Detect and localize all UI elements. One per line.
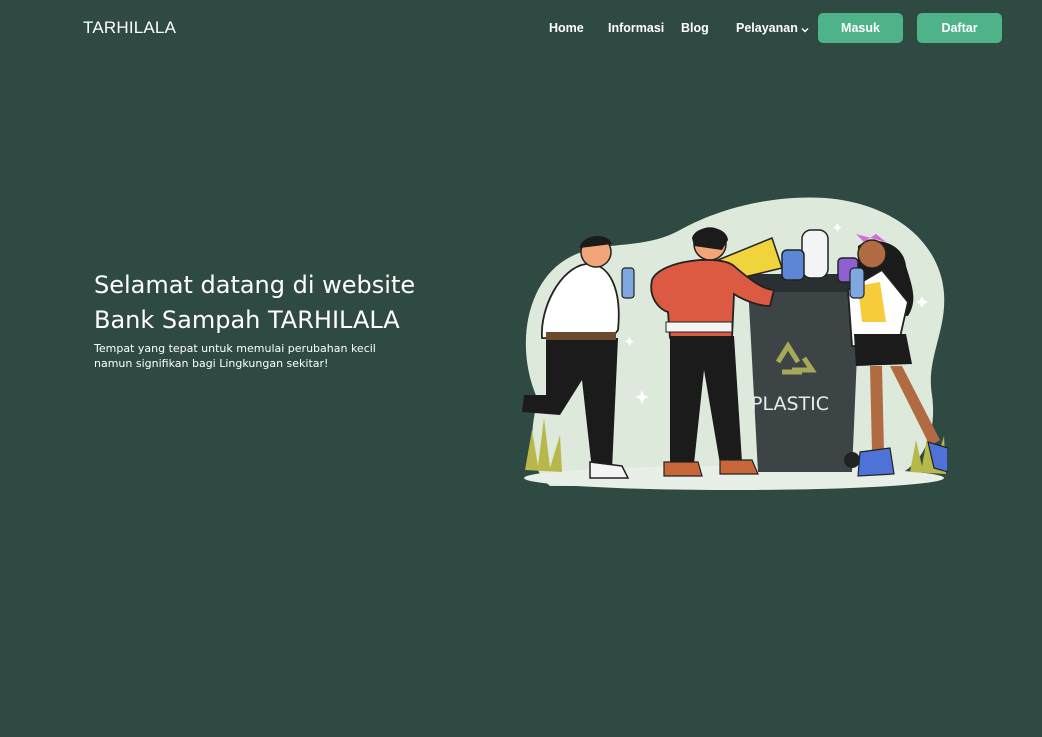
nav-pelayanan-label: Pelayanan — [736, 21, 798, 35]
nav-informasi[interactable]: Informasi — [608, 21, 664, 35]
hero-title: Selamat datang di website Bank Sampah TA… — [94, 268, 494, 338]
brand-logo[interactable]: TARHILALA — [83, 18, 176, 38]
recycling-illustration: PLASTIC — [520, 190, 949, 492]
chevron-down-icon — [801, 22, 809, 36]
hero-title-line2: Bank Sampah TARHILALA — [94, 306, 400, 334]
nav-blog[interactable]: Blog — [681, 21, 709, 35]
navbar: TARHILALA Home Informasi Blog Pelayanan … — [0, 0, 1042, 56]
hero-title-line1: Selamat datang di website — [94, 271, 416, 299]
hero-subtitle: Tempat yang tepat untuk memulai perubaha… — [94, 342, 376, 370]
hero-section: Selamat datang di website Bank Sampah TA… — [94, 268, 494, 371]
login-button[interactable]: Masuk — [818, 13, 903, 43]
nav-home[interactable]: Home — [549, 21, 584, 35]
register-button[interactable]: Daftar — [917, 13, 1002, 43]
nav-pelayanan-dropdown[interactable]: Pelayanan — [736, 21, 809, 36]
bin-label: PLASTIC — [751, 393, 829, 415]
